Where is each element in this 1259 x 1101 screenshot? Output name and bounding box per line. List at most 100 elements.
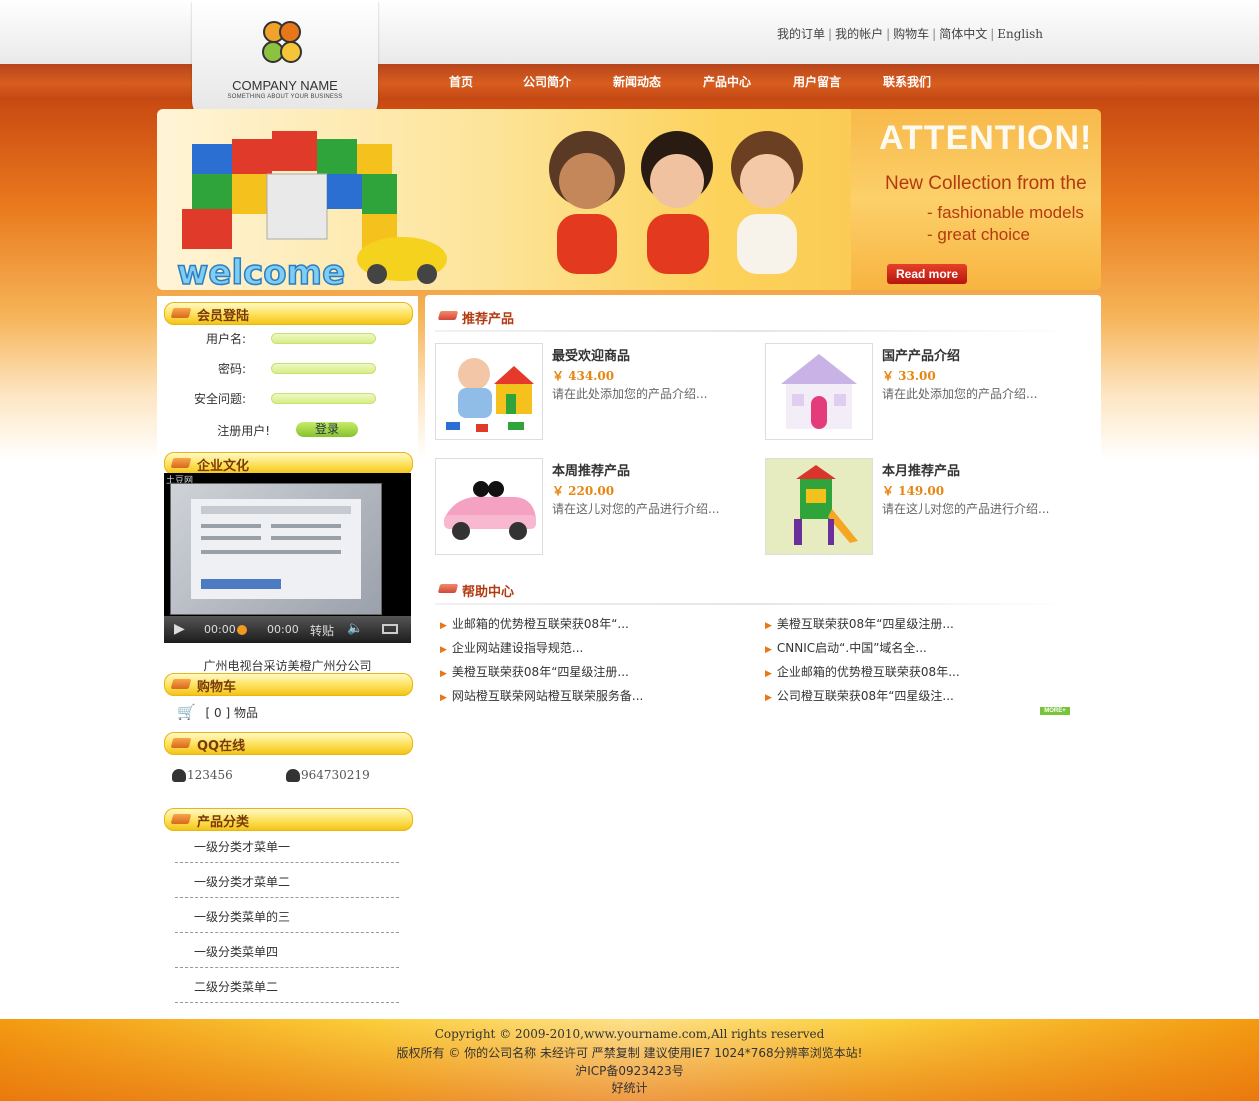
cart-summary[interactable]: 🛒 [ 0 ] 物品: [177, 703, 258, 721]
product-image[interactable]: [435, 343, 543, 440]
arrow-right-icon: ▶: [765, 669, 772, 679]
main-content: 推荐产品 最受欢迎商品 ￥ 434.00 请在此处添加您的产品介绍... 国产产…: [425, 295, 1101, 735]
more-button[interactable]: MORE+: [1040, 707, 1070, 715]
icp-number[interactable]: 沪ICP备0923423号: [0, 1062, 1259, 1079]
product-image[interactable]: [765, 343, 873, 440]
category-item[interactable]: 一级分类才菜单二: [175, 864, 399, 898]
video-frame-image: [191, 499, 361, 599]
copyright-text: Copyright © 2009-2010,www.yourname.com,A…: [434, 1027, 825, 1041]
promo-headline: ATTENTION!: [879, 119, 1093, 157]
stats-link[interactable]: 好统计: [0, 1079, 1259, 1096]
product-name[interactable]: 本周推荐产品: [552, 460, 630, 479]
section-brick-icon: [170, 679, 192, 689]
footer: Copyright © 2009-2010,www.yourname.com,A…: [0, 1019, 1259, 1101]
hero-banner: welcome ATTENTION! New Collection from t…: [157, 109, 1101, 290]
simplified-chinese-link[interactable]: 简体中文: [939, 27, 987, 41]
cart-section-title: 购物车: [164, 673, 413, 696]
password-label: 密码:: [217, 362, 246, 376]
section-divider: [435, 603, 1075, 605]
username-label: 用户名:: [205, 332, 246, 346]
help-link[interactable]: ▶ 网站橙互联荣网站橙互联荣服务备...: [440, 687, 643, 704]
promo-bullet-1: - fashionable models: [927, 203, 1084, 222]
category-section-title: 产品分类: [164, 808, 413, 831]
section-brick-icon: [170, 458, 192, 468]
promo-line: New Collection from the: [885, 173, 1087, 194]
product-card[interactable]: 国产产品介绍 ￥ 33.00 请在此处添加您的产品介绍...: [765, 343, 1085, 441]
security-question-input[interactable]: [271, 393, 376, 404]
nav-home[interactable]: 首页: [416, 73, 506, 90]
seek-handle[interactable]: [237, 625, 247, 635]
qq-penguin-icon: [172, 769, 186, 782]
product-name[interactable]: 本月推荐产品: [882, 460, 960, 479]
my-account-link[interactable]: 我的帐户: [835, 27, 883, 41]
category-item[interactable]: 一级分类才菜单一: [175, 829, 399, 863]
nav-news[interactable]: 新闻动态: [592, 73, 682, 90]
volume-icon[interactable]: 🔈: [347, 621, 363, 636]
nav-about[interactable]: 公司简介: [502, 73, 592, 90]
product-image[interactable]: [765, 458, 873, 555]
section-brick-icon: [170, 738, 192, 748]
video-screen[interactable]: [170, 483, 382, 615]
total-time: 00:00: [267, 623, 299, 636]
fullscreen-icon[interactable]: [382, 624, 398, 634]
section-brick-icon: [170, 814, 192, 824]
logo[interactable]: COMPANY NAME SOMETHING ABOUT YOUR BUSINE…: [192, 0, 378, 126]
product-price: ￥ 220.00: [552, 484, 615, 498]
rights-notice: 版权所有 © 你的公司名称 未经许可 严禁复制 建议使用IE7 1024*768…: [396, 1046, 863, 1060]
register-link[interactable]: 注册用户!: [190, 422, 270, 439]
product-description: 请在此处添加您的产品介绍...: [552, 387, 708, 401]
help-link[interactable]: ▶ 公司橙互联荣获08年“四星级注...: [765, 687, 954, 704]
children-photo: [549, 131, 803, 274]
arrow-right-icon: ▶: [440, 645, 447, 655]
login-button[interactable]: 登录: [296, 422, 358, 437]
top-band: [0, 0, 1259, 64]
company-name: COMPANY NAME: [232, 78, 338, 93]
share-button[interactable]: 转贴: [310, 622, 334, 639]
product-image[interactable]: [435, 458, 543, 555]
english-link[interactable]: English: [997, 27, 1043, 41]
product-name[interactable]: 最受欢迎商品: [552, 345, 630, 364]
product-card[interactable]: 本周推荐产品 ￥ 220.00 请在这儿对您的产品进行介绍...: [435, 458, 755, 556]
cart-icon: 🛒: [177, 703, 196, 721]
arrow-right-icon: ▶: [765, 645, 772, 655]
video-controls: ▶ 00:00 00:00 转贴 🔈: [164, 616, 411, 643]
toy-blocks-illustration: welcome: [177, 131, 447, 289]
cart-link[interactable]: 购物车: [893, 27, 929, 41]
nav-guestbook[interactable]: 用户留言: [772, 73, 862, 90]
nav-products[interactable]: 产品中心: [682, 73, 772, 90]
culture-section-title: 企业文化: [164, 452, 413, 475]
qq-contact[interactable]: 123456: [172, 768, 233, 782]
product-card[interactable]: 本月推荐产品 ￥ 149.00 请在这儿对您的产品进行介绍...: [765, 458, 1085, 556]
promo-bullet-2: - great choice: [927, 225, 1030, 244]
help-link[interactable]: ▶ 美橙互联荣获08年“四星级注册...: [765, 615, 954, 632]
category-item[interactable]: 二级分类菜单二: [175, 969, 399, 1003]
help-link[interactable]: ▶ 企业网站建设指导规范...: [440, 639, 583, 656]
arrow-right-icon: ▶: [765, 621, 772, 631]
username-input[interactable]: [271, 333, 376, 344]
product-card[interactable]: 最受欢迎商品 ￥ 434.00 请在此处添加您的产品介绍...: [435, 343, 755, 441]
read-more-button[interactable]: Read more: [887, 264, 967, 284]
section-brick-icon: [437, 584, 459, 593]
password-input[interactable]: [271, 363, 376, 374]
arrow-right-icon: ▶: [765, 693, 772, 703]
qq-penguin-icon: [286, 769, 300, 782]
login-section-title: 会员登陆: [164, 302, 413, 325]
category-item[interactable]: 一级分类菜单四: [175, 934, 399, 968]
my-orders-link[interactable]: 我的订单: [777, 27, 825, 41]
help-link[interactable]: ▶ 业邮箱的优势橙互联荣获08年“...: [440, 615, 629, 632]
product-description: 请在此处添加您的产品介绍...: [882, 387, 1038, 401]
product-price: ￥ 434.00: [552, 369, 615, 383]
help-link[interactable]: ▶ 企业邮箱的优势橙互联荣获08年...: [765, 663, 960, 680]
nav-contact[interactable]: 联系我们: [862, 73, 952, 90]
help-link[interactable]: ▶ CNNIC启动“.中国”域名全...: [765, 639, 927, 656]
video-caption: 广州电视台采访美橙广州分公司: [203, 659, 372, 673]
video-player[interactable]: 土豆网 ▶ 00:00 00:00 转贴 🔈: [164, 473, 411, 643]
section-brick-icon: [170, 308, 192, 318]
company-tagline: SOMETHING ABOUT YOUR BUSINESS: [227, 94, 343, 100]
category-item[interactable]: 一级分类菜单的三: [175, 899, 399, 933]
product-name[interactable]: 国产产品介绍: [882, 345, 960, 364]
current-time: 00:00: [204, 623, 236, 636]
qq-contact[interactable]: 964730219: [286, 768, 370, 782]
help-link[interactable]: ▶ 美橙互联荣获08年“四星级注册...: [440, 663, 629, 680]
play-icon[interactable]: ▶: [174, 621, 185, 637]
